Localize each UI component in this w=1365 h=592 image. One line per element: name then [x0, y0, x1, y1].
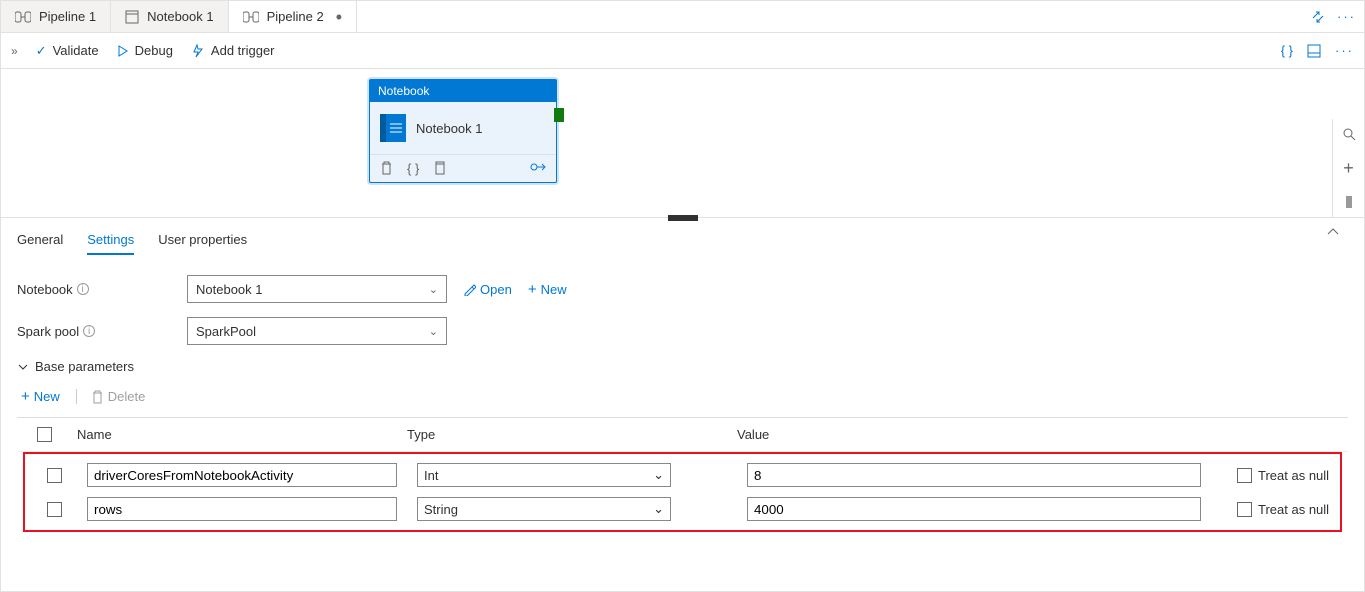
properties-panel-tabs: General Settings User properties: [1, 217, 1364, 255]
chevron-down-icon: [17, 362, 29, 372]
param-type-select[interactable]: Int⌄: [417, 463, 671, 487]
pipeline-icon: [15, 10, 31, 24]
pipeline-toolbar: » ✓ Validate Debug Add trigger { } ···: [1, 33, 1364, 69]
col-type: Type: [407, 427, 737, 442]
parameters-table: Name Type Value Int⌄ Treat as null Strin…: [17, 417, 1348, 532]
row-checkbox[interactable]: [47, 502, 62, 517]
drag-icon[interactable]: [1333, 187, 1364, 217]
success-handle[interactable]: [554, 108, 564, 122]
param-name-input[interactable]: [87, 497, 397, 521]
delete-icon[interactable]: [380, 161, 393, 176]
plus-icon[interactable]: +: [1333, 153, 1364, 183]
param-name-input[interactable]: [87, 463, 397, 487]
plus-icon: +: [528, 281, 537, 298]
tabs-right-actions: ···: [1303, 1, 1364, 32]
play-icon: [117, 45, 129, 57]
trigger-icon: [191, 44, 205, 58]
pipeline-icon: [243, 10, 259, 24]
null-label: Treat as null: [1258, 468, 1329, 483]
chevron-down-icon: ⌄: [653, 501, 664, 517]
param-value-input[interactable]: [747, 497, 1201, 521]
tab-label: Pipeline 2: [267, 9, 324, 24]
tab-pipeline-1[interactable]: Pipeline 1: [1, 1, 111, 32]
select-all-checkbox[interactable]: [37, 427, 52, 442]
tab-notebook-1[interactable]: Notebook 1: [111, 1, 229, 32]
expand-icon[interactable]: [1311, 10, 1325, 24]
document-tabs: Pipeline 1 Notebook 1 Pipeline 2 • ···: [1, 1, 1364, 33]
notebook-activity-icon: [380, 114, 406, 142]
panel-resize-handle[interactable]: [668, 215, 698, 221]
highlighted-params: Int⌄ Treat as null String⌄ Treat as null: [23, 452, 1342, 532]
chevron-down-icon: ⌄: [429, 283, 438, 296]
more-icon[interactable]: ···: [1335, 43, 1354, 58]
row-checkbox[interactable]: [47, 468, 62, 483]
tab-user-properties[interactable]: User properties: [158, 226, 247, 255]
plus-icon: +: [21, 388, 30, 405]
more-icon[interactable]: ···: [1337, 9, 1356, 24]
copy-icon[interactable]: [433, 161, 446, 176]
notebook-select[interactable]: Notebook 1 ⌄: [187, 275, 447, 303]
code-icon[interactable]: { }: [1281, 43, 1293, 58]
tab-settings[interactable]: Settings: [87, 226, 134, 255]
col-name: Name: [77, 427, 407, 442]
param-type-select[interactable]: String⌄: [417, 497, 671, 521]
settings-form: Notebook i Notebook 1 ⌄ Open + New Spark…: [1, 255, 1364, 552]
debug-button[interactable]: Debug: [117, 43, 173, 58]
validate-button[interactable]: ✓ Validate: [36, 43, 99, 59]
chevron-down-icon: ⌄: [429, 325, 438, 338]
tab-pipeline-2[interactable]: Pipeline 2 •: [229, 1, 357, 32]
collapse-panel-icon[interactable]: [1326, 226, 1348, 255]
open-link[interactable]: Open: [463, 282, 512, 297]
spark-pool-label: Spark pool: [17, 324, 79, 339]
table-row: String⌄ Treat as null: [27, 492, 1338, 526]
collapse-chevron-icon[interactable]: »: [11, 44, 18, 58]
braces-icon[interactable]: { }: [407, 161, 419, 176]
add-trigger-button[interactable]: Add trigger: [191, 43, 275, 58]
notebook-label: Notebook: [17, 282, 73, 297]
search-icon[interactable]: [1333, 119, 1364, 149]
param-value-input[interactable]: [747, 463, 1201, 487]
new-link[interactable]: + New: [528, 281, 567, 298]
null-checkbox[interactable]: [1237, 468, 1252, 483]
info-icon[interactable]: i: [77, 283, 89, 295]
col-value: Value: [737, 427, 1207, 442]
tab-label: Notebook 1: [147, 9, 214, 24]
arrow-out-icon[interactable]: [530, 161, 546, 176]
new-parameter-button[interactable]: + New: [21, 388, 60, 405]
table-row: Int⌄ Treat as null: [27, 458, 1338, 492]
trash-icon: [91, 390, 104, 404]
info-icon[interactable]: i: [83, 325, 95, 337]
tab-general[interactable]: General: [17, 226, 63, 255]
chevron-down-icon: ⌄: [653, 467, 664, 483]
spark-pool-select[interactable]: SparkPool ⌄: [187, 317, 447, 345]
activity-title: Notebook 1: [416, 121, 483, 136]
pipeline-canvas[interactable]: Notebook Notebook 1 { }: [1, 69, 1364, 217]
notebook-activity[interactable]: Notebook Notebook 1 { }: [369, 79, 557, 183]
activity-type: Notebook: [370, 80, 556, 102]
delete-parameter-button[interactable]: Delete: [76, 389, 146, 404]
pencil-icon: [463, 283, 476, 296]
base-parameters-section[interactable]: Base parameters: [17, 359, 1348, 374]
tab-label: Pipeline 1: [39, 9, 96, 24]
null-checkbox[interactable]: [1237, 502, 1252, 517]
notebook-icon: [125, 10, 139, 24]
detail-icon[interactable]: [1307, 44, 1321, 58]
null-label: Treat as null: [1258, 502, 1329, 517]
check-icon: ✓: [36, 43, 47, 59]
